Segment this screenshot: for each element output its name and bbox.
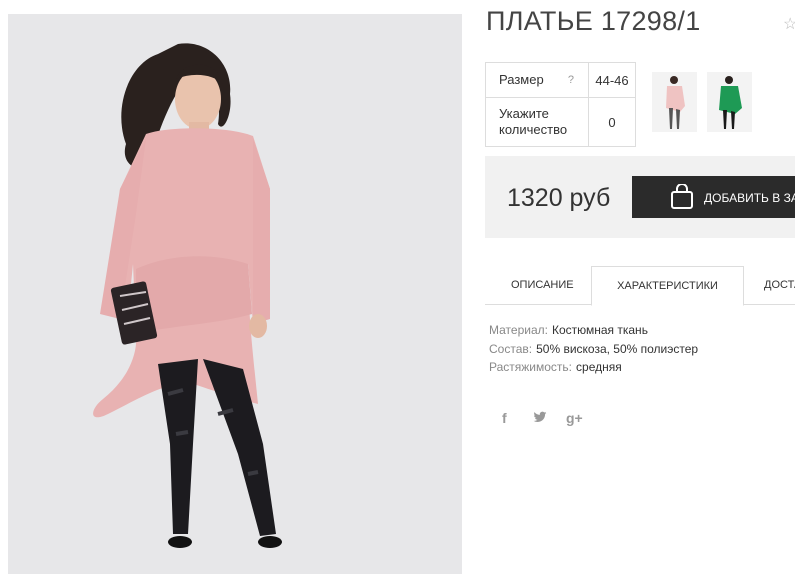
quantity-label: Укажите количество <box>485 97 589 147</box>
price-panel: 1320 руб ДОБАВИТЬ В ЗА <box>485 156 795 238</box>
size-label: Размер <box>499 72 544 87</box>
tab-description-label: ОПИСАНИЕ <box>511 279 574 291</box>
facebook-icon[interactable]: f <box>502 410 507 426</box>
quantity-value[interactable]: 0 <box>588 97 636 147</box>
spec-row: Растяжимость: средняя <box>489 358 698 377</box>
shopping-bag-icon <box>671 184 693 209</box>
thumbnail-green[interactable] <box>707 72 752 132</box>
tab-delivery[interactable]: ДОСТА <box>764 266 795 304</box>
tab-characteristics-label: ХАРАКТЕРИСТИКИ <box>617 280 718 292</box>
spec-row: Материал: Костюмная ткань <box>489 321 698 340</box>
product-title: ПЛАТЬЕ 17298/1 <box>486 6 701 36</box>
product-params-table: Размер ? 44-46 Укажите количество 0 <box>485 62 636 147</box>
size-row: Размер ? 44-46 <box>485 62 636 98</box>
size-value[interactable]: 44-46 <box>588 62 636 98</box>
product-photo[interactable] <box>8 14 462 574</box>
add-to-cart-label: ДОБАВИТЬ В ЗА <box>704 191 795 205</box>
add-to-cart-button[interactable]: ДОБАВИТЬ В ЗА <box>632 176 795 218</box>
price-value: 1320 руб <box>507 184 611 212</box>
spec-key: Состав: <box>489 341 533 356</box>
quantity-row: Укажите количество 0 <box>485 97 636 147</box>
twitter-icon[interactable] <box>533 410 547 427</box>
tab-delivery-label: ДОСТА <box>764 279 795 291</box>
tab-characteristics[interactable]: ХАРАКТЕРИСТИКИ <box>591 266 744 306</box>
googleplus-icon[interactable]: g+ <box>566 410 583 426</box>
spec-value: 50% вискоза, 50% полиэстер <box>536 341 699 356</box>
favorite-star-icon[interactable]: ☆ <box>783 14 795 34</box>
spec-key: Растяжимость: <box>489 360 573 374</box>
size-cell: Размер ? <box>485 62 589 98</box>
spec-value: Костюмная ткань <box>551 323 648 337</box>
spec-key: Материал: <box>489 323 548 337</box>
size-help-icon[interactable]: ? <box>568 72 574 88</box>
spec-row: Состав: 50% вискоза, 50% полиэстер <box>489 340 698 359</box>
thumbnail-pink[interactable] <box>652 72 697 132</box>
tab-description[interactable]: ОПИСАНИЕ <box>511 266 574 304</box>
spec-value: средняя <box>576 360 622 374</box>
characteristics-list: Материал: Костюмная ткань Состав: 50% виск… <box>489 321 698 377</box>
